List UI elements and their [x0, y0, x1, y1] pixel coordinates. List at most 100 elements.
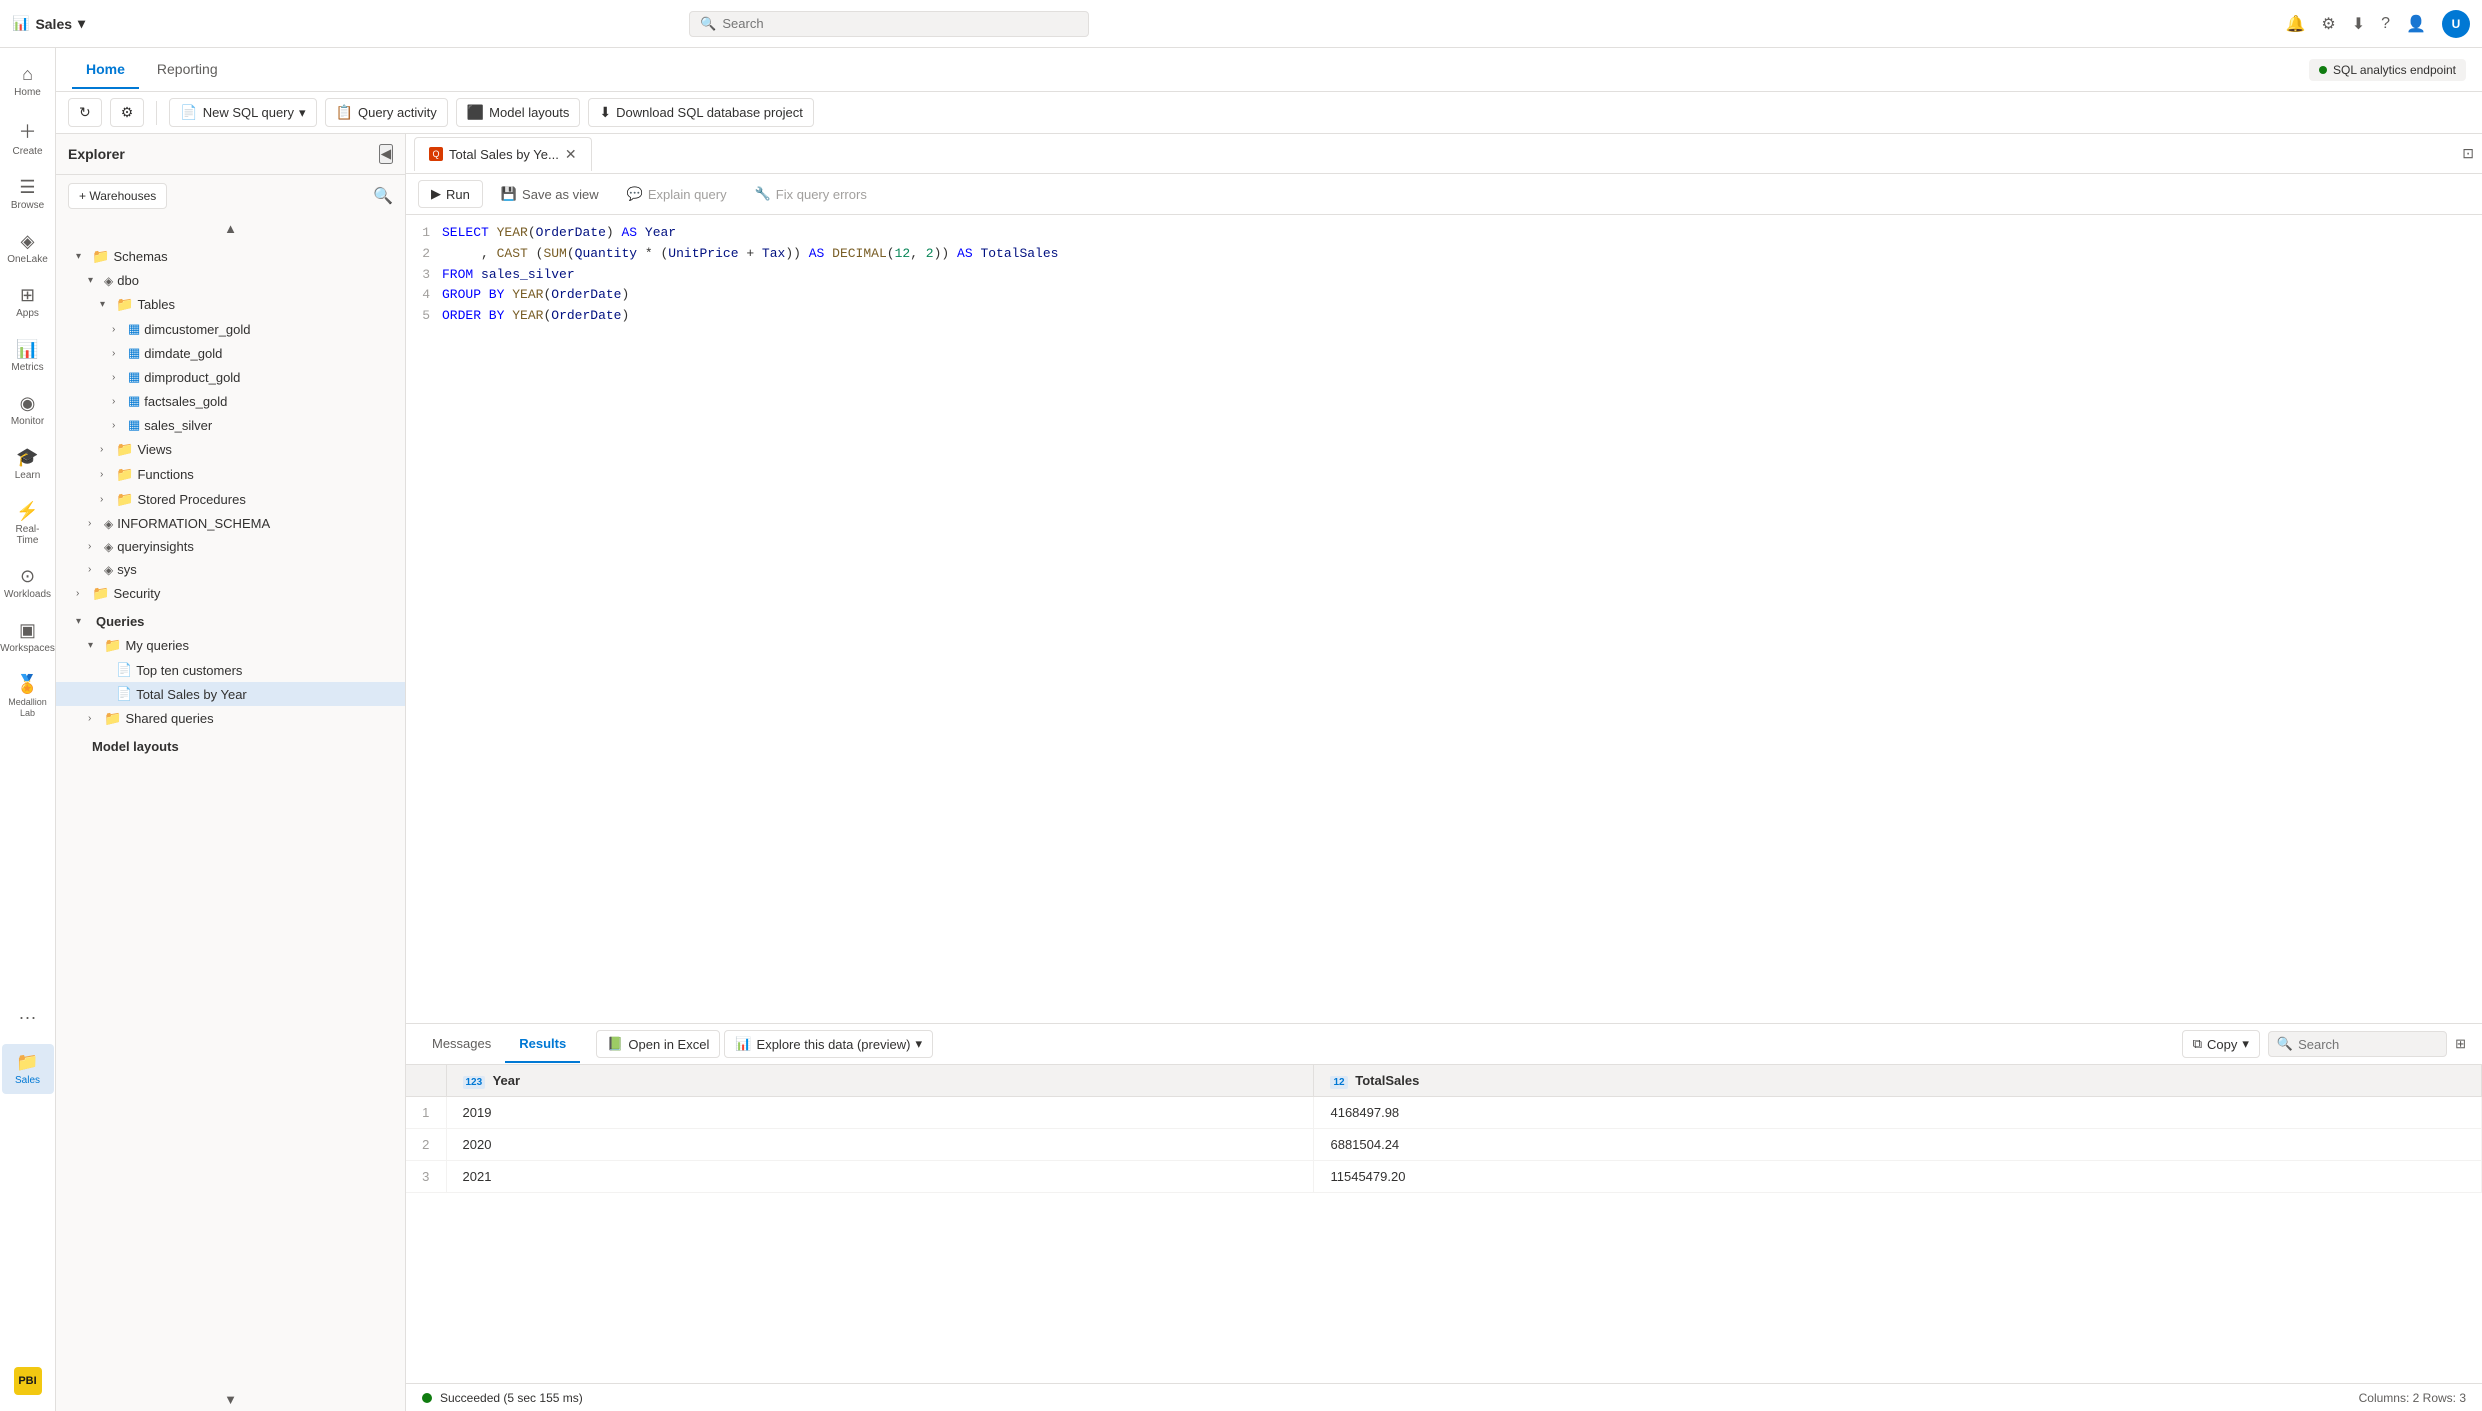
model-layouts-button[interactable]: ⬛ Model layouts: [456, 98, 581, 127]
tab-home[interactable]: Home: [72, 51, 139, 89]
tree-table-dimcustomer[interactable]: › ▦ dimcustomer_gold: [56, 317, 405, 341]
download-button[interactable]: ⬇: [2352, 14, 2365, 34]
fix-errors-label: Fix query errors: [776, 187, 867, 202]
stored-proc-label: Stored Procedures: [137, 492, 245, 507]
results-tab-results[interactable]: Results: [505, 1026, 580, 1063]
download-project-button[interactable]: ⬇ Download SQL database project: [588, 98, 813, 127]
results-expand-icon[interactable]: ⊞: [2455, 1036, 2466, 1052]
copy-icon: ⧉: [2193, 1036, 2202, 1052]
tree-security[interactable]: › 📁 Security: [56, 581, 405, 606]
tree-functions[interactable]: › 📁 Functions: [56, 462, 405, 487]
sidebar-item-workloads[interactable]: ⊙ Workloads: [2, 558, 54, 608]
results-search-input[interactable]: [2298, 1037, 2438, 1052]
sidebar-item-workspaces[interactable]: ▣ Workspaces: [2, 612, 54, 662]
tree-table-dimproduct[interactable]: › ▦ dimproduct_gold: [56, 365, 405, 389]
editor-tab-total-sales[interactable]: Q Total Sales by Ye... ✕: [414, 137, 592, 171]
explorer-title: Explorer: [68, 146, 125, 162]
query-activity-button[interactable]: 📋 Query activity: [325, 98, 448, 127]
nav-realtime-label: Real-Time: [8, 524, 48, 546]
results-table-header: 123 Year 12 TotalSales: [406, 1065, 2482, 1097]
download-project-icon: ⬇: [599, 104, 611, 121]
tree-tables[interactable]: ▾ 📁 Tables: [56, 292, 405, 317]
sidebar-item-realtime[interactable]: ⚡ Real-Time: [2, 493, 54, 554]
table-icon: ▦: [128, 321, 140, 337]
fix-query-errors-button[interactable]: 🔧 Fix query errors: [745, 181, 877, 207]
tree-views[interactable]: › 📁 Views: [56, 437, 405, 462]
status-bar: Succeeded (5 sec 155 ms) Columns: 2 Rows…: [406, 1383, 2482, 1411]
new-sql-query-label: New SQL query: [203, 105, 294, 120]
tree-table-factsales[interactable]: › ▦ factsales_gold: [56, 389, 405, 413]
tree-stored-procedures[interactable]: › 📁 Stored Procedures: [56, 487, 405, 512]
powerbi-icon[interactable]: PBI: [14, 1367, 42, 1395]
run-button[interactable]: ▶ Run: [418, 180, 483, 208]
editor-expand-button[interactable]: ⊡: [2462, 145, 2474, 162]
sidebar-item-create[interactable]: ＋ Create: [2, 110, 54, 165]
notifications-button[interactable]: 🔔: [2285, 14, 2305, 34]
learn-icon: 🎓: [16, 447, 38, 468]
results-table-body: 1 2019 4168497.98 2 2020 6881504.24: [406, 1097, 2482, 1193]
tab-reporting[interactable]: Reporting: [143, 51, 232, 89]
app-title[interactable]: 📊 Sales ▾: [12, 15, 85, 32]
top-search-input[interactable]: [722, 16, 1078, 31]
views-label: Views: [137, 442, 171, 457]
toolbar-settings-button[interactable]: ⚙: [110, 98, 145, 127]
code-line-1: 1 SELECT YEAR(OrderDate) AS Year: [406, 223, 2482, 244]
content-area: Home Reporting SQL analytics endpoint ↻ …: [56, 48, 2482, 1411]
settings-icon: ⚙: [121, 104, 134, 121]
sidebar-item-browse[interactable]: ☰ Browse: [2, 169, 54, 219]
sidebar-top-row: + Warehouses 🔍: [56, 175, 405, 217]
tree-schemas[interactable]: ▾ 📁 Schemas: [56, 244, 405, 269]
new-query-chevron: ▾: [299, 105, 306, 121]
status-message: Succeeded (5 sec 155 ms): [440, 1391, 583, 1405]
queries-chevron: ▾: [76, 616, 88, 627]
save-as-view-button[interactable]: 💾 Save as view: [491, 181, 609, 207]
tree-dbo[interactable]: ▾ ◈ dbo: [56, 269, 405, 292]
open-excel-button[interactable]: 📗 Open in Excel: [596, 1030, 720, 1058]
app-icon: 📊: [12, 15, 29, 32]
apps-icon: ⊞: [20, 285, 35, 306]
copy-button[interactable]: ⧉ Copy ▾: [2182, 1030, 2260, 1058]
sidebar-item-monitor[interactable]: ◉ Monitor: [2, 385, 54, 435]
editor-tab-close[interactable]: ✕: [565, 146, 577, 163]
info-schema-label: INFORMATION_SCHEMA: [117, 516, 270, 531]
collapse-sidebar-button[interactable]: ◀: [379, 144, 393, 164]
sidebar-item-medallion[interactable]: 🏅 Medallion Lab: [2, 666, 54, 727]
row-total-3: 11545479.20: [1314, 1161, 2482, 1193]
sidebar-item-sales[interactable]: 📁 Sales: [2, 1044, 54, 1094]
explain-query-button[interactable]: 💬 Explain query: [617, 181, 737, 207]
add-warehouse-button[interactable]: + Warehouses: [68, 183, 167, 209]
new-sql-query-button[interactable]: 📄 New SQL query ▾: [169, 98, 316, 127]
help-button[interactable]: ?: [2381, 15, 2390, 33]
tree-table-dimdate[interactable]: › ▦ dimdate_gold: [56, 341, 405, 365]
factsales-label: factsales_gold: [144, 394, 227, 409]
tree-info-schema[interactable]: › ◈ INFORMATION_SCHEMA: [56, 512, 405, 535]
nav-home-label: Home: [14, 87, 41, 98]
tree-queryinsights[interactable]: › ◈ queryinsights: [56, 535, 405, 558]
refresh-button[interactable]: ↻: [68, 98, 102, 127]
tree-queries[interactable]: ▾ Queries: [56, 610, 405, 633]
sidebar-item-learn[interactable]: 🎓 Learn: [2, 439, 54, 489]
avatar[interactable]: U: [2442, 10, 2470, 38]
explore-data-button[interactable]: 📊 Explore this data (preview) ▾: [724, 1030, 933, 1058]
sidebar-item-apps[interactable]: ⊞ Apps: [2, 277, 54, 327]
tree-total-sales-by-year[interactable]: 📄 Total Sales by Year: [56, 682, 405, 706]
settings-button[interactable]: ⚙: [2321, 14, 2335, 34]
code-editor[interactable]: 1 SELECT YEAR(OrderDate) AS Year 2 , CAS…: [406, 215, 2482, 1023]
sidebar-item-home[interactable]: ⌂ Home: [2, 56, 54, 106]
results-tab-messages[interactable]: Messages: [418, 1026, 505, 1063]
tree-sys[interactable]: › ◈ sys: [56, 558, 405, 581]
share-button[interactable]: 👤: [2406, 14, 2426, 34]
explorer-sidebar: Explorer ◀ + Warehouses 🔍 ▲ ▾ 📁: [56, 134, 406, 1411]
sidebar-item-metrics[interactable]: 📊 Metrics: [2, 331, 54, 381]
tree-top-ten-customers[interactable]: 📄 Top ten customers: [56, 658, 405, 682]
tree-table-salessilver[interactable]: › ▦ sales_silver: [56, 413, 405, 437]
tree-model-layouts[interactable]: Model layouts: [56, 735, 405, 758]
tree-my-queries[interactable]: ▾ 📁 My queries: [56, 633, 405, 658]
explorer-search-button[interactable]: 🔍: [373, 186, 393, 206]
nav-more-button[interactable]: ···: [11, 999, 45, 1036]
tree-shared-queries[interactable]: › 📁 Shared queries: [56, 706, 405, 731]
stored-proc-chevron: ›: [100, 494, 112, 505]
info-schema-chevron: ›: [88, 518, 100, 529]
sidebar-item-onelake[interactable]: ◈ OneLake: [2, 223, 54, 273]
workspace: Explorer ◀ + Warehouses 🔍 ▲ ▾ 📁: [56, 134, 2482, 1411]
